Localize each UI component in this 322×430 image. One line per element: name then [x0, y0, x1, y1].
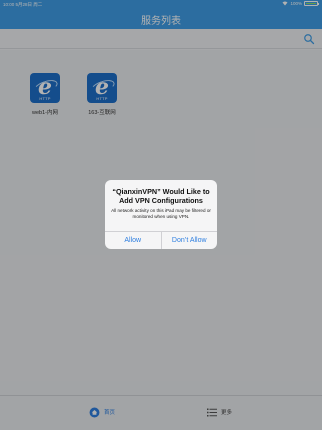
allow-button[interactable]: Allow [105, 232, 161, 249]
dont-allow-button[interactable]: Don’t Allow [160, 232, 218, 249]
alert-buttons: Allow Don’t Allow [105, 231, 217, 249]
alert-title: “QianxinVPN” Would Like to Add VPN Confi… [112, 187, 210, 205]
alert-message: All network activity on this iPad may be… [111, 208, 211, 220]
vpn-permission-alert: “QianxinVPN” Would Like to Add VPN Confi… [105, 180, 217, 249]
